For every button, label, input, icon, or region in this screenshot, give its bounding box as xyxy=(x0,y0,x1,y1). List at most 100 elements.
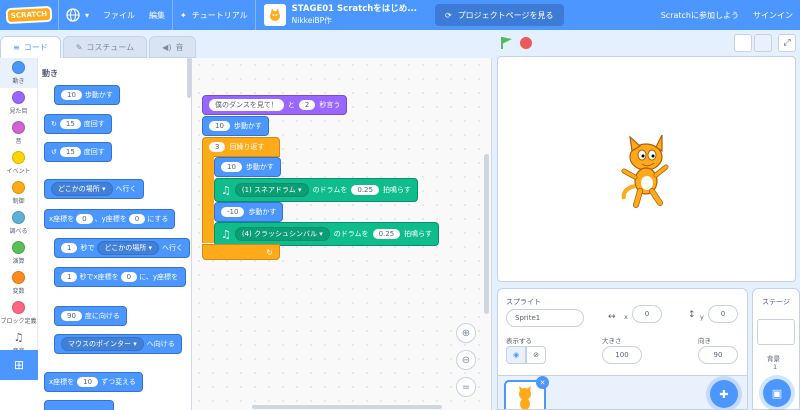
block-text: 歩動かす xyxy=(84,91,113,99)
sprite-direction-field[interactable]: 90 xyxy=(698,346,738,364)
block-go-to-xy[interactable]: x座標を 0 、y座標を 0 にする xyxy=(44,209,176,229)
block-play-drum[interactable]: ♫ (4) クラッシュシンバル ▾ のドラムを 0.25 拍鳴らす xyxy=(214,222,440,246)
project-title[interactable]: STAGE01 Scratchをはじめ... xyxy=(292,4,417,15)
hide-sprite-button[interactable]: ⊘ xyxy=(526,346,546,364)
block-input[interactable]: 15 xyxy=(59,119,81,129)
category-sound[interactable]: 音 xyxy=(0,118,37,148)
block-move-steps[interactable]: 10 歩動かす xyxy=(54,85,120,105)
stage-canvas[interactable] xyxy=(497,56,796,282)
block-input[interactable]: 0.25 xyxy=(372,229,401,239)
block-input[interactable]: -10 xyxy=(221,207,245,217)
account-nav: Scratchに参加しよう サインイン xyxy=(654,0,800,30)
show-sprite-button[interactable]: ◉ xyxy=(506,346,526,364)
block-input[interactable]: 3 xyxy=(209,142,226,152)
block-input[interactable]: 10 xyxy=(77,377,99,387)
file-menu[interactable]: ファイル xyxy=(96,0,142,30)
sprite-list: ✕ ✚ xyxy=(498,375,747,409)
block-input[interactable]: 0 xyxy=(120,272,138,282)
globe-icon xyxy=(66,8,80,22)
block-flyout: 動き 10 歩動かす ↻ 15 度回す ↺ 15 度回す どこかの場所 ▾ へ行く x座標を… xyxy=(38,58,191,410)
block-input[interactable]: 1 xyxy=(61,243,78,253)
block-dropdown[interactable]: マウスのポインター ▾ xyxy=(61,337,144,351)
sprite-size-field[interactable]: 100 xyxy=(602,346,642,364)
block-play-drum[interactable]: ♫ (1) スネアドラム ▾ のドラムを 0.25 拍鳴らす xyxy=(214,178,418,202)
category-control[interactable]: 制御 xyxy=(0,178,37,208)
block-move-steps[interactable]: 10 歩動かす xyxy=(202,116,269,136)
category-label: 変数 xyxy=(12,288,25,295)
block-move-steps[interactable]: 10 歩動かす xyxy=(214,157,281,177)
tab-code[interactable]: ≡ コード xyxy=(0,36,61,58)
block-text: 拍鳴らす xyxy=(404,230,433,238)
block-input[interactable]: 10 xyxy=(209,121,230,131)
block-input[interactable]: 90 xyxy=(61,311,82,321)
block-input[interactable]: 10 xyxy=(221,162,242,172)
block-go-to[interactable]: どこかの場所 ▾ へ行く xyxy=(44,179,144,199)
block-input[interactable]: 0 xyxy=(76,214,93,224)
block-say-for-secs[interactable]: 僕のダンスを見て！ と 2 秒言う xyxy=(202,95,348,115)
small-stage-button[interactable] xyxy=(734,34,752,52)
zoom-out-button[interactable]: ⊖ xyxy=(456,350,476,370)
block-glide-to-xy[interactable]: 1 秒でx座標を 0 に、y座標を xyxy=(54,267,186,287)
block-input[interactable]: 10 xyxy=(61,90,82,100)
block-point-towards[interactable]: マウスのポインター ▾ へ向ける xyxy=(54,334,182,354)
block-repeat[interactable]: 3 回繰り返す xyxy=(202,137,280,157)
block-input[interactable]: 僕のダンスを見て！ xyxy=(209,99,284,111)
join-scratch-link[interactable]: Scratchに参加しよう xyxy=(654,0,746,30)
scratch-cat-sprite[interactable] xyxy=(616,131,676,211)
block-dropdown[interactable]: (1) スネアドラム ▾ xyxy=(234,183,309,197)
green-flag-icon[interactable] xyxy=(500,36,514,50)
block-input[interactable]: 15 xyxy=(59,147,81,157)
script-horizontal-scrollbar[interactable] xyxy=(252,405,442,409)
signin-link[interactable]: サインイン xyxy=(746,0,800,30)
tutorials-menu[interactable]: ✦ チュートリアル xyxy=(173,0,255,30)
edit-menu[interactable]: 編集 xyxy=(142,0,172,30)
block-input[interactable]: 0 xyxy=(128,214,146,224)
block-move-steps[interactable]: -10 歩動かす xyxy=(214,202,284,222)
category-menu: 動き 見た目 音 イベント 制御 調べる 演算 変数 ブロック定義 ♫音楽 ⊞ xyxy=(0,58,38,380)
see-project-page-button[interactable]: ⟳ プロジェクトページを見る xyxy=(434,4,564,26)
scratch-logo[interactable]: SCRATCH xyxy=(5,5,53,25)
block-point-direction[interactable]: 90 度に向ける xyxy=(54,306,127,326)
block-input[interactable]: 1 xyxy=(61,272,78,282)
stage-thumbnail[interactable] xyxy=(757,319,795,345)
block-dropdown[interactable]: (4) クラッシュシンバル ▾ xyxy=(234,227,330,241)
block-input[interactable]: 0.25 xyxy=(351,185,379,195)
category-looks[interactable]: 見た目 xyxy=(0,88,37,118)
sprite-y-field[interactable]: 0 xyxy=(708,305,738,323)
palette-scrollbar[interactable] xyxy=(187,58,191,98)
tab-costumes[interactable]: ✎ コスチューム xyxy=(62,36,148,58)
tab-sounds[interactable]: ◀) 音 xyxy=(149,36,197,58)
block-dropdown[interactable]: どこかの場所 ▾ xyxy=(51,182,113,196)
block-partial[interactable] xyxy=(44,400,114,410)
zoom-in-button[interactable]: ⊕ xyxy=(456,323,476,343)
stop-button[interactable] xyxy=(520,37,532,49)
block-glide-to[interactable]: 1 秒で どこかの場所 ▾ へ行く xyxy=(54,238,191,258)
choose-sprite-button[interactable]: ✚ xyxy=(710,380,738,408)
category-sensing[interactable]: 調べる xyxy=(0,208,37,238)
block-turn-left[interactable]: ↺ 15 度回す xyxy=(44,142,112,162)
normal-stage-button[interactable] xyxy=(754,34,772,52)
category-dot xyxy=(12,301,25,314)
sprite-name-field[interactable]: Sprite1 xyxy=(506,309,584,327)
category-motion[interactable]: 動き xyxy=(0,58,37,88)
music-note-icon: ♫ xyxy=(221,227,231,241)
project-author[interactable]: NikkeiBP作 xyxy=(292,15,417,26)
sprite-x-field[interactable]: 0 xyxy=(632,305,662,323)
block-change-x[interactable]: x座標を 10 ずつ変える xyxy=(44,372,143,392)
zoom-reset-button[interactable]: = xyxy=(456,377,476,397)
delete-sprite-button[interactable]: ✕ xyxy=(536,376,549,389)
add-extension-button[interactable]: ⊞ xyxy=(0,350,38,380)
language-menu[interactable]: ▾ xyxy=(59,0,96,30)
block-turn-right[interactable]: ↻ 15 度回す xyxy=(44,114,112,134)
fullscreen-icon: ⤢ xyxy=(783,38,791,48)
category-variables[interactable]: 変数 xyxy=(0,268,37,298)
choose-backdrop-button[interactable]: ▣ xyxy=(763,379,791,407)
script-vertical-scrollbar[interactable] xyxy=(484,154,489,314)
category-operators[interactable]: 演算 xyxy=(0,238,37,268)
fullscreen-button[interactable]: ⤢ xyxy=(778,34,796,52)
block-input[interactable]: 2 xyxy=(298,100,316,110)
category-my-blocks[interactable]: ブロック定義 xyxy=(0,298,37,328)
script-area[interactable]: 僕のダンスを見て！ と 2 秒言う 10 歩動かす 3 回繰り返す 10 歩動か… xyxy=(192,58,492,410)
block-dropdown[interactable]: どこかの場所 ▾ xyxy=(97,241,160,255)
category-events[interactable]: イベント xyxy=(0,148,37,178)
